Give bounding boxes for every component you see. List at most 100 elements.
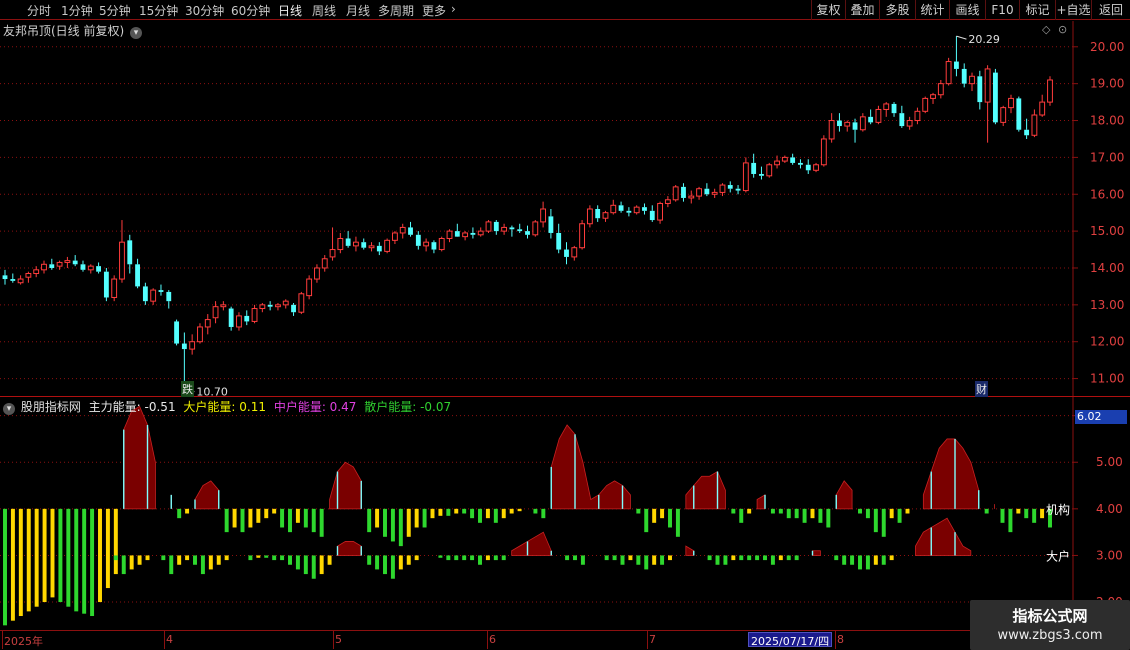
candle[interactable]: [681, 183, 686, 202]
candle[interactable]: [1031, 109, 1038, 138]
settings-circle-icon[interactable]: ⊙: [1058, 23, 1067, 36]
candle[interactable]: [937, 79, 944, 99]
candle[interactable]: [493, 220, 499, 235]
candle[interactable]: [672, 185, 679, 202]
candle[interactable]: [579, 220, 586, 250]
candle[interactable]: [376, 242, 382, 256]
candle[interactable]: [64, 256, 71, 268]
tab-4[interactable]: 30分钟: [185, 2, 224, 19]
candle[interactable]: [244, 310, 250, 326]
candle[interactable]: [135, 258, 140, 289]
tab-8[interactable]: 月线: [346, 2, 370, 19]
candle[interactable]: [41, 260, 47, 274]
candle[interactable]: [298, 291, 305, 315]
tab-2[interactable]: 5分钟: [99, 2, 131, 19]
candle[interactable]: [17, 275, 24, 285]
candle[interactable]: [1047, 76, 1053, 106]
tag-finance[interactable]: 财: [975, 381, 988, 397]
tab-9[interactable]: 多周期: [378, 2, 414, 19]
candle[interactable]: [103, 267, 109, 302]
candle[interactable]: [914, 107, 921, 125]
candle[interactable]: [805, 159, 811, 174]
candle[interactable]: [735, 185, 741, 195]
candle[interactable]: [751, 153, 757, 178]
tab-7[interactable]: 周线: [312, 2, 336, 19]
candle[interactable]: [618, 201, 624, 213]
toolbar-button-4[interactable]: 画线: [949, 0, 985, 20]
candle[interactable]: [696, 186, 702, 200]
candle[interactable]: [189, 334, 196, 355]
toolbar-button-7[interactable]: +自选: [1055, 0, 1091, 20]
candle[interactable]: [96, 262, 101, 274]
toolbar-button-1[interactable]: 叠加: [845, 0, 879, 20]
candle[interactable]: [158, 284, 164, 296]
candle[interactable]: [251, 304, 258, 324]
candle[interactable]: [1000, 105, 1007, 127]
candle[interactable]: [961, 63, 967, 88]
candle[interactable]: [267, 301, 273, 311]
candle[interactable]: [345, 231, 351, 248]
candle[interactable]: [166, 290, 172, 309]
candle[interactable]: [930, 92, 936, 104]
candle[interactable]: [142, 282, 148, 305]
candle[interactable]: [446, 229, 453, 243]
candle[interactable]: [649, 205, 655, 222]
candle[interactable]: [844, 120, 851, 132]
candle[interactable]: [906, 116, 913, 130]
candle[interactable]: [423, 238, 430, 252]
candle[interactable]: [353, 236, 359, 252]
candle[interactable]: [197, 323, 203, 344]
candle[interactable]: [321, 255, 328, 272]
candle[interactable]: [485, 220, 492, 233]
candle[interactable]: [501, 223, 508, 235]
candle[interactable]: [49, 258, 55, 270]
candle[interactable]: [384, 238, 391, 254]
candle[interactable]: [992, 68, 998, 125]
candle[interactable]: [204, 314, 211, 335]
tab-0[interactable]: 分时: [27, 2, 51, 19]
candle[interactable]: [820, 135, 827, 167]
tab-3[interactable]: 15分钟: [139, 2, 178, 19]
candle[interactable]: [984, 65, 991, 143]
candle[interactable]: [540, 201, 547, 228]
candle[interactable]: [477, 227, 484, 237]
candle[interactable]: [704, 183, 710, 197]
candle[interactable]: [859, 113, 866, 132]
candle[interactable]: [642, 203, 647, 215]
candle[interactable]: [626, 207, 632, 217]
candle[interactable]: [399, 223, 406, 239]
toolbar-button-2[interactable]: 多股: [879, 0, 915, 20]
candle[interactable]: [212, 301, 219, 324]
candle[interactable]: [977, 70, 983, 110]
tag-fall[interactable]: 跌: [181, 381, 194, 397]
candle[interactable]: [517, 223, 523, 233]
candle[interactable]: [595, 205, 601, 222]
candle[interactable]: [852, 118, 858, 143]
candle[interactable]: [25, 271, 32, 283]
candle[interactable]: [72, 255, 78, 267]
candle[interactable]: [633, 205, 640, 215]
chevron-down-icon[interactable]: ▾: [130, 27, 143, 39]
candle[interactable]: [774, 155, 780, 169]
candle[interactable]: [602, 210, 609, 222]
candle[interactable]: [291, 303, 296, 316]
chevron-right-icon[interactable]: ›: [451, 2, 456, 16]
tab-5[interactable]: 60分钟: [231, 2, 270, 19]
candle[interactable]: [87, 264, 94, 274]
candle[interactable]: [891, 102, 897, 117]
candle[interactable]: [875, 105, 882, 125]
toolbar-button-6[interactable]: 标记: [1019, 0, 1055, 20]
candle[interactable]: [532, 220, 539, 237]
candle[interactable]: [174, 319, 179, 346]
candle[interactable]: [470, 227, 476, 239]
candle[interactable]: [33, 266, 40, 278]
candle[interactable]: [392, 231, 398, 245]
candle[interactable]: [1024, 118, 1030, 139]
chevron-down-icon[interactable]: ▾: [3, 403, 15, 415]
candle[interactable]: [236, 312, 242, 331]
candle[interactable]: [556, 223, 562, 254]
candle[interactable]: [408, 221, 413, 237]
candle[interactable]: [657, 201, 663, 224]
candle[interactable]: [462, 231, 469, 241]
candle[interactable]: [828, 113, 835, 143]
